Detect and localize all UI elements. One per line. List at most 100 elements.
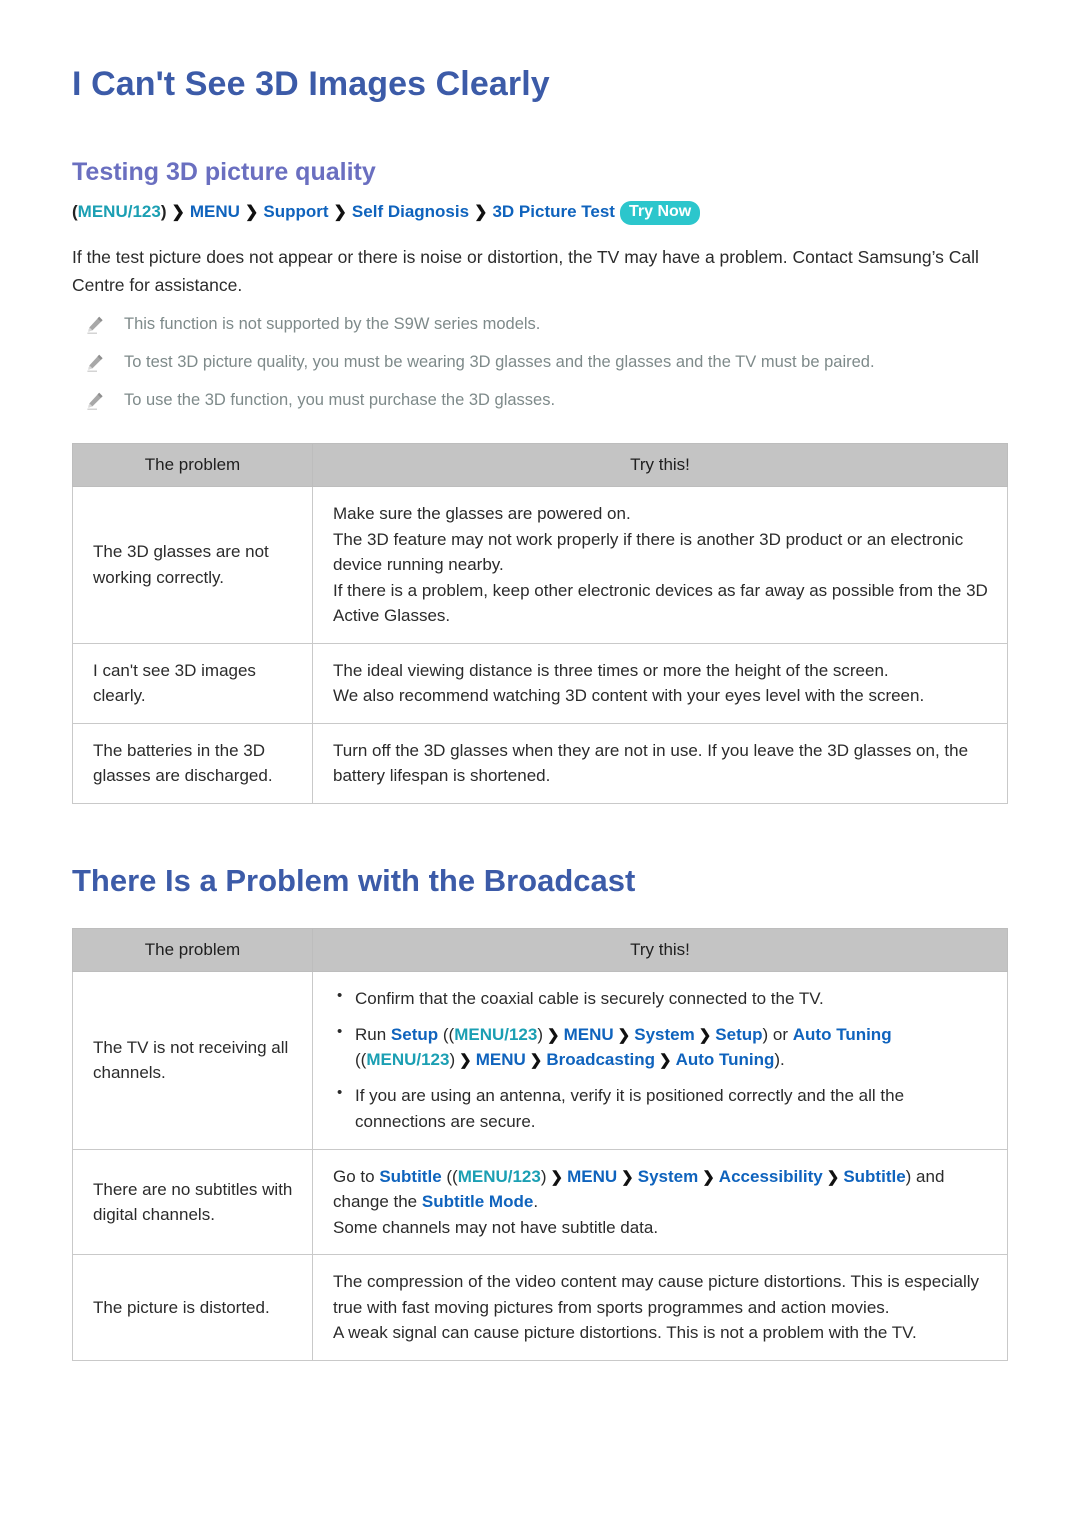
- note-text: To test 3D picture quality, you must be …: [124, 353, 875, 372]
- chevron-right-icon: ❯: [333, 203, 347, 221]
- solution-line: A weak signal can cause picture distorti…: [333, 1323, 917, 1343]
- solution-cell: The ideal viewing distance is three time…: [312, 642, 1008, 724]
- chevron-right-icon: ❯: [244, 203, 259, 221]
- page-title-broadcast: There Is a Problem with the Broadcast: [72, 862, 636, 898]
- solution-bullet-list: Confirm that the coaxial cable is secure…: [333, 985, 993, 1135]
- solution-line: We also recommend watching 3D content wi…: [333, 686, 925, 706]
- menu-link-system[interactable]: System: [638, 1167, 698, 1186]
- solution-line: The compression of the video content may…: [333, 1272, 979, 1317]
- solution-line: Some channels may not have subtitle data…: [333, 1217, 659, 1237]
- chevron-right-icon: ❯: [529, 1052, 543, 1070]
- menu-link-subtitle[interactable]: Subtitle: [379, 1167, 441, 1186]
- section-subtitle: Testing 3D picture quality: [72, 158, 376, 187]
- chevron-right-icon: ❯: [702, 1168, 715, 1186]
- chevron-right-icon: ❯: [621, 1168, 634, 1186]
- list-item: Run Setup ((MENU/123)❯MENU❯System❯Setup)…: [337, 1021, 993, 1074]
- paren-open-b: ((: [355, 1050, 367, 1070]
- solution-line: The 3D feature may not work properly if …: [333, 529, 964, 575]
- page-title: I Can't See 3D Images Clearly: [72, 65, 550, 103]
- breadcrumb-item-3d-picture-test[interactable]: 3D Picture Test: [492, 202, 615, 221]
- column-header-try-this: Try this!: [312, 443, 1008, 488]
- table-row: The TV is not receiving all channels. Co…: [72, 970, 1008, 1150]
- bullet-run-label: Run: [355, 1024, 391, 1044]
- solution-cell: Confirm that the coaxial cable is secure…: [312, 970, 1008, 1150]
- menu-link-subtitle-leaf[interactable]: Subtitle: [843, 1167, 905, 1186]
- problem-cell: The 3D glasses are not working correctly…: [72, 486, 313, 644]
- menu-link-setup[interactable]: Setup: [391, 1025, 438, 1044]
- problem-cell: The picture is distorted.: [72, 1254, 313, 1361]
- note-item: To test 3D picture quality, you must be …: [72, 351, 1008, 375]
- chevron-right-icon: ❯: [550, 1168, 564, 1186]
- breadcrumb-item-support[interactable]: Support: [263, 202, 328, 221]
- solution-cell: The compression of the video content may…: [312, 1254, 1008, 1361]
- problem-cell: There are no subtitles with digital chan…: [72, 1148, 313, 1256]
- troubleshooting-table-broadcast: The problem Try this! The TV is not rece…: [72, 927, 1008, 1361]
- goto-label: Go to: [333, 1166, 380, 1186]
- note-item: To use the 3D function, you must purchas…: [72, 389, 1008, 413]
- breadcrumb-item-menu[interactable]: MENU: [190, 202, 240, 221]
- solution-cell: Go to Subtitle ((MENU/123) ❯ MENU ❯ System ❯ A…: [312, 1148, 1008, 1256]
- table-row: There are no subtitles with digital chan…: [72, 1148, 1008, 1256]
- chevron-right-icon: ❯: [698, 1026, 712, 1044]
- paren-open: ((: [438, 1024, 455, 1044]
- table-row: The 3D glasses are not working correctly…: [72, 486, 1008, 644]
- menu-link-auto-tuning[interactable]: Auto Tuning: [793, 1025, 892, 1044]
- try-now-badge[interactable]: Try Now: [619, 200, 701, 225]
- menu-link-auto-tuning-leaf[interactable]: Auto Tuning: [676, 1050, 775, 1069]
- menu-link-menu123[interactable]: MENU/123: [454, 1025, 537, 1044]
- chevron-right-icon: ❯: [474, 203, 488, 221]
- table-row: I can't see 3D images clearly. The ideal…: [72, 642, 1008, 724]
- menu-link-system[interactable]: System: [634, 1025, 694, 1044]
- troubleshooting-table-3d: The problem Try this! The 3D glasses are…: [72, 443, 1008, 804]
- menu-link-setup-leaf[interactable]: Setup: [715, 1025, 762, 1044]
- pencil-icon: [84, 314, 106, 336]
- column-header-problem: The problem: [72, 443, 313, 488]
- paren-close: ): [540, 1166, 547, 1186]
- paren-open: ((: [441, 1166, 458, 1186]
- pencil-icon: [84, 390, 106, 412]
- list-item: Confirm that the coaxial cable is secure…: [337, 985, 993, 1012]
- solution-line: Make sure the glasses are powered on.: [333, 504, 631, 524]
- menu-link-menu[interactable]: MENU: [476, 1050, 526, 1069]
- menu-link-subtitle-mode[interactable]: Subtitle Mode: [422, 1192, 533, 1211]
- solution-cell: Make sure the glasses are powered on. Th…: [312, 486, 1008, 644]
- column-header-problem: The problem: [72, 927, 313, 972]
- notes-list: This function is not supported by the S9…: [72, 313, 1008, 413]
- breadcrumb-item-self-diagnosis[interactable]: Self Diagnosis: [352, 202, 469, 221]
- menu-link-broadcasting[interactable]: Broadcasting: [546, 1050, 655, 1069]
- problem-cell: I can't see 3D images clearly.: [72, 642, 313, 724]
- menu-link-accessibility[interactable]: Accessibility: [719, 1167, 823, 1186]
- chevron-right-icon: ❯: [459, 1052, 472, 1070]
- chevron-right-icon: ❯: [171, 203, 185, 221]
- table-header-row: The problem Try this!: [72, 443, 1008, 488]
- chevron-right-icon: ❯: [547, 1026, 560, 1044]
- document-page: I Can't See 3D Images Clearly Testing 3D…: [0, 0, 1080, 1527]
- list-item: If you are using an antenna, verify it i…: [337, 1082, 993, 1135]
- problem-cell: The TV is not receiving all channels.: [72, 970, 313, 1150]
- solution-cell: Turn off the 3D glasses when they are no…: [312, 722, 1008, 804]
- solution-line: If there is a problem, keep other electr…: [333, 580, 988, 626]
- note-text: To use the 3D function, you must purchas…: [124, 391, 556, 410]
- table-row: The picture is distorted. The compressio…: [72, 1254, 1008, 1361]
- after-path-a: ) or: [762, 1024, 793, 1044]
- solution-line: The ideal viewing distance is three time…: [333, 660, 889, 680]
- solution-line: Turn off the 3D glasses when they are no…: [333, 740, 969, 786]
- intro-paragraph: If the test picture does not appear or t…: [72, 246, 979, 296]
- solution-line: Go to Subtitle ((MENU/123) ❯ MENU ❯ System ❯ A…: [333, 1164, 993, 1215]
- pencil-icon: [84, 352, 106, 374]
- menu-link-menu[interactable]: MENU: [567, 1167, 617, 1186]
- note-text: This function is not supported by the S9…: [124, 315, 541, 334]
- chevron-right-icon: ❯: [826, 1168, 840, 1186]
- menu-link-menu[interactable]: MENU: [564, 1025, 614, 1044]
- problem-cell: The batteries in the 3D glasses are disc…: [72, 722, 313, 804]
- table-header-row: The problem Try this!: [72, 927, 1008, 972]
- after-path-b: ).: [774, 1050, 785, 1070]
- menu-link-menu123[interactable]: MENU/123: [458, 1167, 541, 1186]
- breadcrumb: (MENU/123) ❯ MENU ❯ Support ❯ Self Diagnosis ❯ 3…: [72, 200, 1008, 225]
- chevron-right-icon: ❯: [659, 1052, 672, 1070]
- menu-link-menu123[interactable]: MENU/123: [366, 1050, 449, 1069]
- column-header-try-this: Try this!: [312, 927, 1008, 972]
- note-item: This function is not supported by the S9…: [72, 313, 1008, 337]
- chevron-right-icon: ❯: [617, 1026, 631, 1044]
- breadcrumb-menu123[interactable]: MENU/123: [78, 202, 161, 221]
